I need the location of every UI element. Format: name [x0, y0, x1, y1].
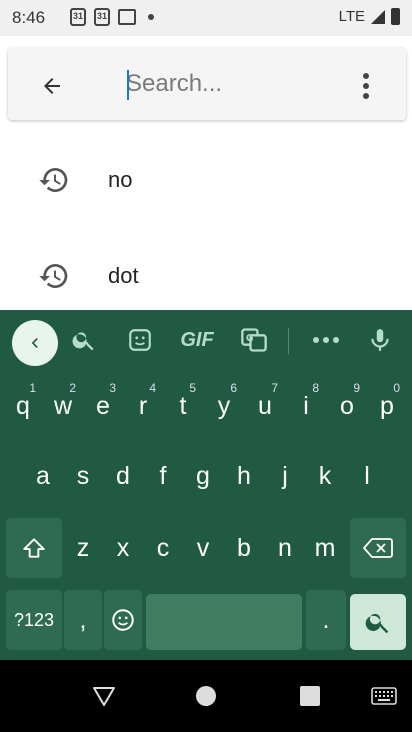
- svg-text:G: G: [246, 333, 254, 344]
- keyboard-search-button[interactable]: [66, 324, 102, 356]
- key-v[interactable]: v: [184, 518, 222, 578]
- emoji-key[interactable]: [104, 590, 142, 650]
- shift-icon: [23, 538, 45, 558]
- more-horiz-icon: [313, 337, 339, 343]
- period-key[interactable]: .: [306, 590, 346, 650]
- key-s[interactable]: s: [64, 446, 102, 506]
- key-o[interactable]: o9: [328, 376, 366, 436]
- notification-dot-icon: [148, 14, 154, 20]
- key-q[interactable]: q1: [4, 376, 42, 436]
- recents-square-icon: [300, 686, 320, 706]
- back-arrow-icon: [44, 78, 60, 94]
- translate-button[interactable]: G: [236, 324, 272, 356]
- key-e[interactable]: e3: [84, 376, 122, 436]
- key-t[interactable]: t5: [164, 376, 202, 436]
- key-f[interactable]: f: [144, 446, 182, 506]
- more-tools-button[interactable]: [308, 324, 344, 356]
- history-icon: [39, 264, 68, 288]
- sticker-icon: [129, 329, 151, 351]
- key-h[interactable]: h: [225, 446, 263, 506]
- key-j[interactable]: j: [266, 446, 304, 506]
- back-button[interactable]: [34, 68, 70, 104]
- emoji-icon: [112, 609, 134, 631]
- key-u[interactable]: u7: [246, 376, 284, 436]
- text-cursor: [127, 70, 129, 100]
- home-circle-icon: [196, 686, 216, 706]
- gif-label: GIF: [180, 328, 214, 351]
- key-r[interactable]: r4: [124, 376, 162, 436]
- backspace-key[interactable]: [350, 518, 406, 578]
- key-g[interactable]: g: [184, 446, 222, 506]
- toolbar-divider: [288, 328, 289, 354]
- key-k[interactable]: k: [306, 446, 344, 506]
- key-l[interactable]: l: [348, 446, 386, 506]
- space-bar[interactable]: [146, 594, 302, 650]
- key-d[interactable]: d: [104, 446, 142, 506]
- translate-icon: G: [241, 328, 267, 352]
- search-bar: [8, 48, 406, 120]
- key-z[interactable]: z: [64, 518, 102, 578]
- signal-icon: [371, 9, 385, 24]
- notification-icons: 31 31: [70, 8, 154, 26]
- key-w[interactable]: w2: [44, 376, 82, 436]
- soft-keyboard: GIF G q1 w2 e3 r4 t5 y6 u7 i8 o 9 p 0 a …: [0, 310, 412, 660]
- status-time: 8:46: [12, 8, 46, 27]
- suggestion-text: no: [108, 167, 133, 192]
- overflow-menu-button[interactable]: [348, 68, 384, 104]
- gif-button[interactable]: GIF: [174, 324, 220, 356]
- keyboard-switch-button[interactable]: [368, 680, 400, 712]
- key-c[interactable]: c: [144, 518, 182, 578]
- back-triangle-icon: [93, 687, 115, 706]
- key-n[interactable]: n: [266, 518, 304, 578]
- backspace-icon: [363, 538, 393, 558]
- search-icon: [365, 613, 389, 634]
- calendar-icon: 31: [94, 8, 110, 26]
- more-vert-icon: [363, 73, 369, 79]
- nav-recents-button[interactable]: [294, 680, 326, 712]
- microphone-icon: [371, 329, 389, 351]
- battery-icon: [391, 8, 400, 25]
- nav-back-button[interactable]: [88, 680, 120, 712]
- suggestion-item[interactable]: dot: [0, 236, 412, 316]
- calendar-icon: 31: [70, 8, 86, 26]
- search-icon: [72, 332, 94, 351]
- status-bar: 8:46 31 31 LTE: [0, 0, 412, 36]
- sticker-button[interactable]: [122, 324, 158, 356]
- history-icon: [39, 168, 68, 192]
- comma-key[interactable]: ,: [64, 590, 102, 650]
- search-input[interactable]: [120, 62, 340, 106]
- key-b[interactable]: b: [225, 518, 263, 578]
- voice-input-button[interactable]: [362, 324, 398, 356]
- suggestion-text: dot: [108, 263, 139, 288]
- key-m[interactable]: m: [306, 518, 344, 578]
- keyboard-icon: [371, 687, 397, 705]
- key-p[interactable]: p0: [368, 376, 406, 436]
- key-y[interactable]: y6: [205, 376, 243, 436]
- navigation-bar: [0, 660, 412, 732]
- suggestion-item[interactable]: no: [0, 140, 412, 220]
- key-x[interactable]: x: [104, 518, 142, 578]
- network-type: LTE: [338, 8, 365, 25]
- gallery-icon: [118, 9, 136, 25]
- chevron-left-icon: [31, 338, 38, 348]
- key-i[interactable]: i8: [287, 376, 325, 436]
- symbols-key[interactable]: ?123: [6, 590, 62, 650]
- key-a[interactable]: a: [24, 446, 62, 506]
- nav-home-button[interactable]: [190, 680, 222, 712]
- search-action-key[interactable]: [350, 594, 406, 650]
- collapse-keyboard-button[interactable]: [12, 320, 58, 366]
- system-status: LTE: [339, 8, 400, 25]
- keyboard-toolbar: GIF G: [0, 310, 412, 370]
- shift-key[interactable]: [6, 518, 62, 578]
